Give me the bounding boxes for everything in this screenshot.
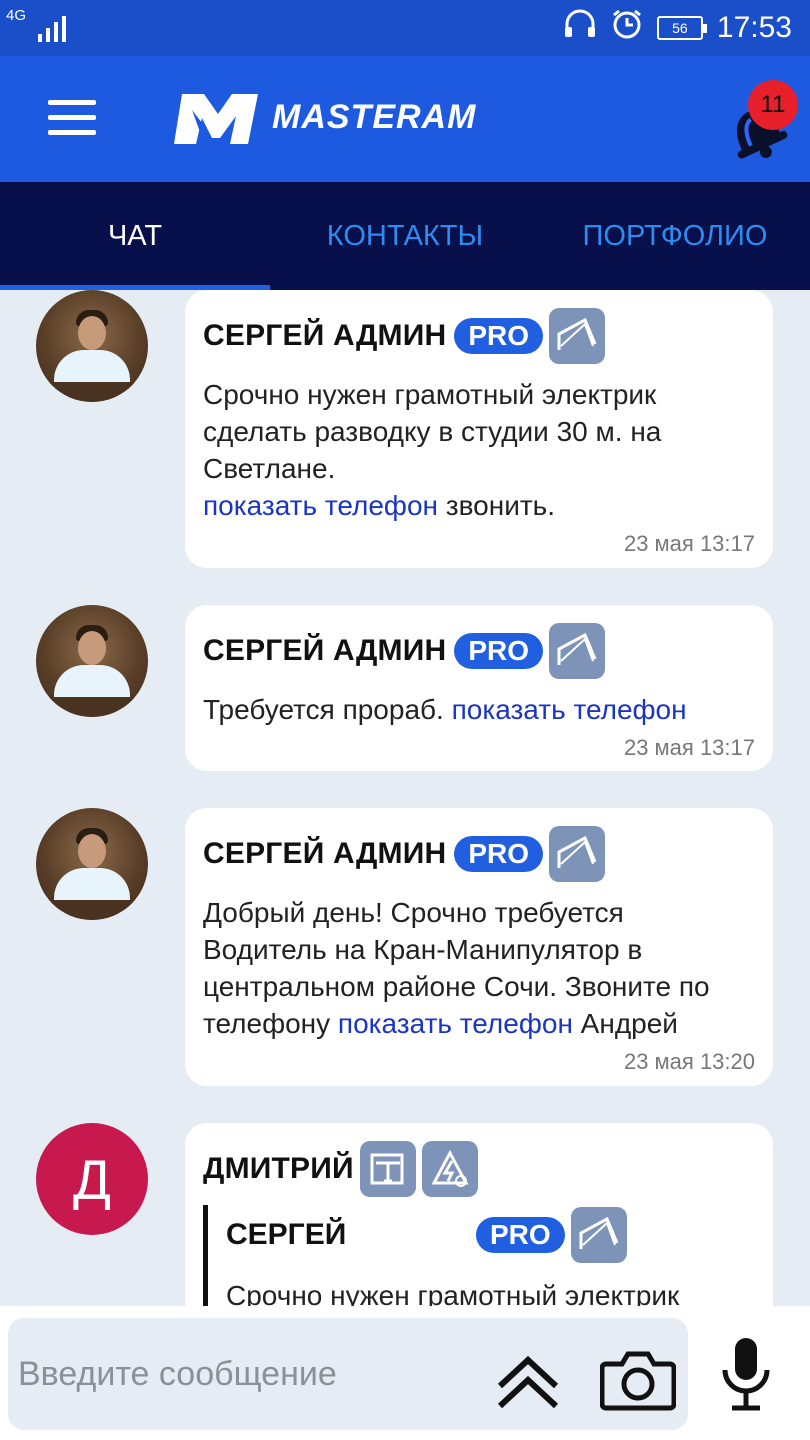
headset-icon bbox=[563, 9, 597, 47]
show-phone-link[interactable]: показать телефон bbox=[203, 490, 438, 521]
signal-icon bbox=[38, 14, 66, 42]
show-phone-link[interactable]: показать телефон bbox=[338, 1008, 573, 1039]
message-text: Добрый день! Срочно требуется Водитель н… bbox=[203, 897, 710, 1039]
tab-bar: ЧАТ КОНТАКТЫ ПОРТФОЛИО bbox=[0, 182, 810, 290]
message-composer bbox=[0, 1306, 810, 1440]
notifications-button[interactable]: 11 bbox=[722, 78, 802, 159]
camera-icon bbox=[599, 1351, 677, 1411]
avatar[interactable] bbox=[36, 605, 148, 717]
microphone-icon bbox=[722, 1338, 770, 1411]
menu-button[interactable] bbox=[48, 100, 96, 136]
chat-message-list[interactable]: СЕРГЕЙ АДМИН PRO Срочно нужен грамотный … bbox=[0, 290, 810, 1306]
roof-icon bbox=[549, 623, 606, 679]
pro-badge: PRO bbox=[476, 1217, 565, 1253]
roof-icon bbox=[549, 308, 606, 364]
message-timestamp: 23 мая 13:17 bbox=[623, 531, 755, 556]
app-header: MASTERAM 11 bbox=[0, 56, 810, 182]
show-phone-link[interactable]: показать телефон bbox=[452, 694, 687, 725]
quoted-author-name: СЕРГЕЙ bbox=[226, 1218, 347, 1251]
message-input[interactable] bbox=[18, 1344, 478, 1404]
message-text: Срочно нужен грамотный электрик сделать … bbox=[203, 379, 662, 521]
status-bar: 4G 56 17:53 bbox=[0, 0, 810, 56]
author-name[interactable]: СЕРГЕЙ АДМИН bbox=[203, 634, 446, 668]
message-timestamp: 23 мая 13:17 bbox=[623, 735, 755, 760]
pro-badge: PRO bbox=[454, 633, 544, 669]
quoted-text: Срочно нужен грамотный электрик bbox=[226, 1280, 680, 1306]
author-name[interactable]: ДМИТРИЙ bbox=[203, 1152, 354, 1186]
avatar[interactable] bbox=[36, 808, 148, 920]
battery-level: 56 bbox=[672, 20, 688, 36]
notification-count-badge: 11 bbox=[748, 80, 798, 130]
tab-portfolio[interactable]: ПОРТФОЛИО bbox=[540, 182, 810, 290]
message-text: Требуется прораб. показать телефон bbox=[203, 694, 687, 725]
pro-badge: PRO bbox=[454, 836, 544, 872]
clock: 17:53 bbox=[716, 11, 792, 44]
author-name[interactable]: СЕРГЕЙ АДМИН bbox=[203, 837, 446, 871]
author-name[interactable]: СЕРГЕЙ АДМИН bbox=[203, 319, 446, 353]
message-input-container bbox=[8, 1318, 688, 1430]
microphone-button[interactable] bbox=[720, 1336, 772, 1412]
message-bubble: СЕРГЕЙ АДМИН PRO Требуется прораб. показ… bbox=[185, 605, 773, 771]
paint-roller-icon bbox=[359, 1141, 416, 1197]
roof-icon bbox=[549, 826, 606, 882]
double-chevron-up-icon bbox=[497, 1355, 559, 1409]
roof-icon bbox=[570, 1207, 627, 1263]
scroll-up-button[interactable] bbox=[496, 1348, 560, 1412]
message-bubble: СЕРГЕЙ АДМИН PRO Срочно нужен грамотный … bbox=[185, 290, 773, 568]
message-timestamp: 23 мая 13:20 bbox=[623, 1049, 755, 1074]
brand-name: MASTERAM bbox=[272, 97, 477, 136]
pro-badge: PRO bbox=[454, 318, 544, 354]
logo-mark-icon bbox=[174, 94, 258, 144]
electric-icon bbox=[421, 1141, 478, 1197]
camera-button[interactable] bbox=[599, 1348, 677, 1412]
battery-icon: 56 bbox=[656, 16, 707, 40]
avatar[interactable]: Д bbox=[36, 1123, 148, 1235]
message-bubble: ДМИТРИЙ СЕРГЕЙ PRO Срочно нужен грамотны… bbox=[185, 1123, 773, 1306]
network-type: 4G bbox=[6, 7, 27, 24]
avatar[interactable] bbox=[36, 290, 148, 402]
tab-chat[interactable]: ЧАТ bbox=[0, 182, 270, 290]
quoted-message[interactable]: СЕРГЕЙ PRO Срочно нужен грамотный электр… bbox=[203, 1205, 755, 1306]
brand-logo: MASTERAM bbox=[172, 86, 476, 148]
tab-contacts[interactable]: КОНТАКТЫ bbox=[270, 182, 540, 290]
alarm-icon bbox=[611, 8, 643, 48]
message-bubble: СЕРГЕЙ АДМИН PRO Добрый день! Срочно тре… bbox=[185, 808, 773, 1086]
